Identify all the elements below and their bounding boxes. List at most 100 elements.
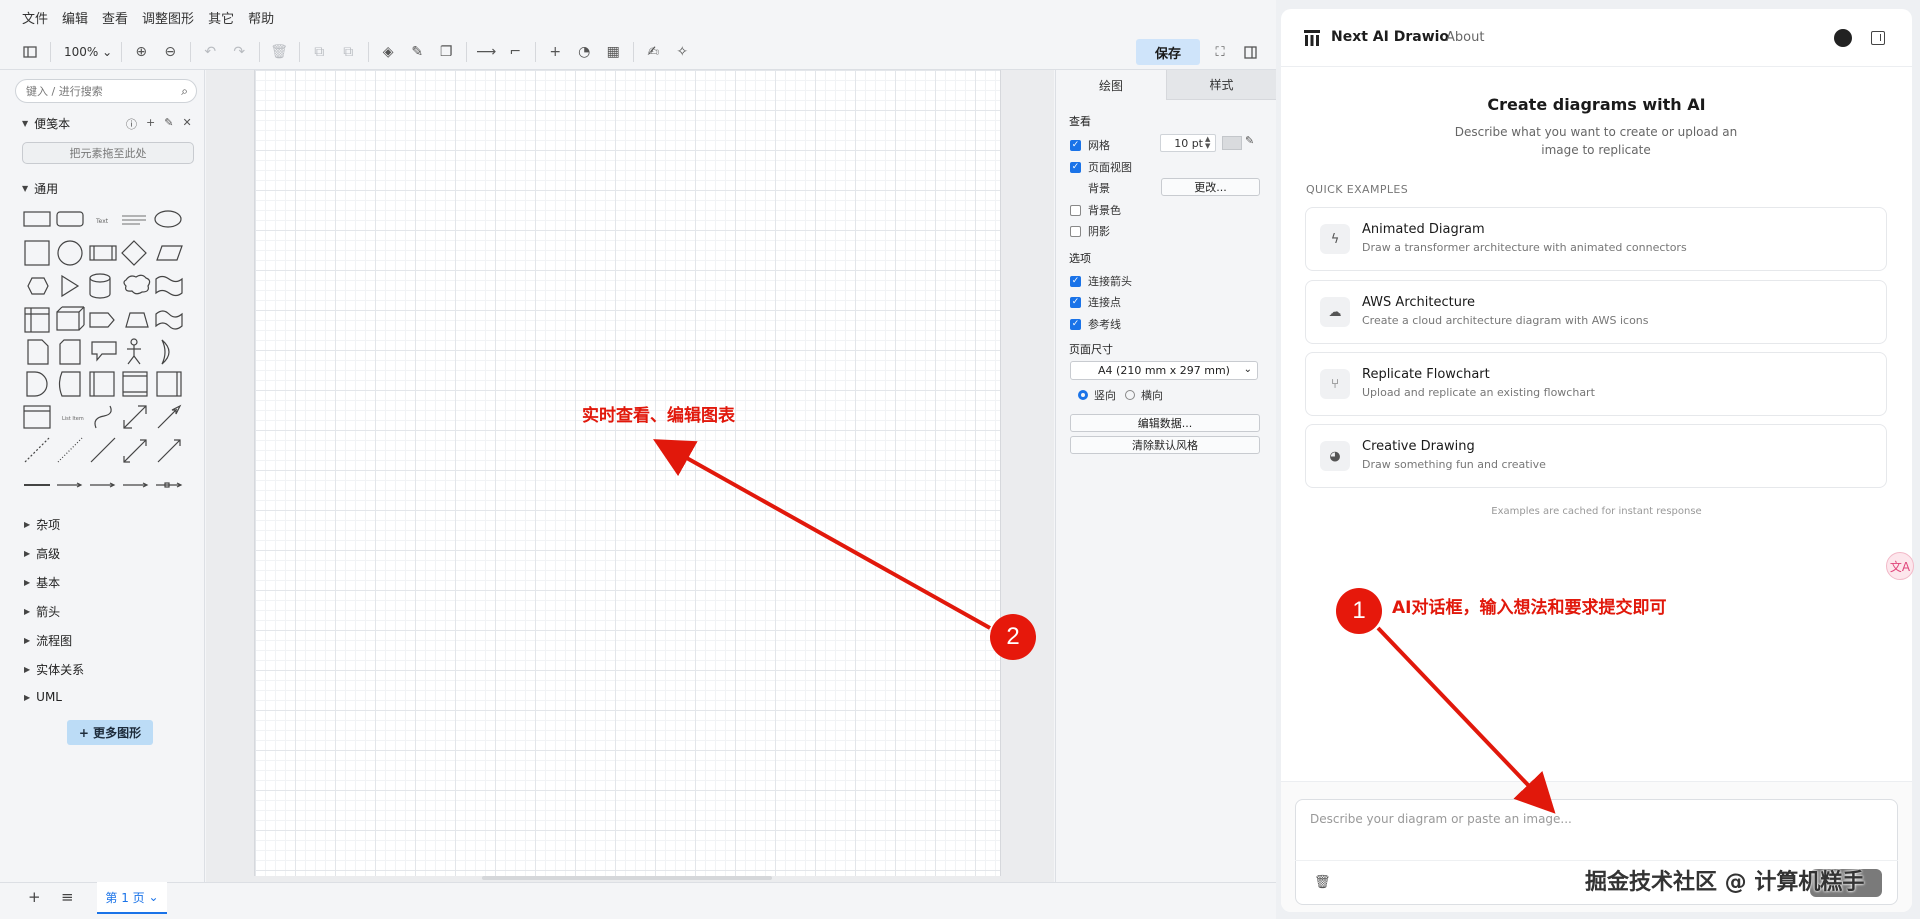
- translate-icon[interactable]: 文A: [1886, 552, 1914, 580]
- library-basic[interactable]: ▶ 基本: [24, 574, 60, 591]
- shapes-icon[interactable]: ◔: [572, 40, 596, 64]
- fill-color-icon[interactable]: ◈: [376, 40, 400, 64]
- general-header[interactable]: ▼ 通用: [22, 180, 58, 197]
- save-button[interactable]: 保存: [1136, 39, 1200, 65]
- pencil-icon[interactable]: ✎: [1245, 134, 1254, 147]
- undo-icon[interactable]: ↶: [198, 40, 222, 64]
- format-panel-toggle-icon[interactable]: [18, 40, 42, 64]
- menu-file[interactable]: 文件: [22, 8, 48, 27]
- checkbox-checked-icon[interactable]: ✓: [1070, 296, 1081, 308]
- github-icon[interactable]: [1834, 29, 1852, 47]
- freehand-icon[interactable]: ✍: [641, 40, 665, 64]
- annotation-text-1: AI对话框，输入想法和要求提交即可: [1392, 598, 1667, 618]
- delete-icon[interactable]: 🗑: [267, 40, 291, 64]
- example-card-creative[interactable]: ◕ Creative Drawing Draw something fun an…: [1305, 424, 1887, 488]
- scratchpad-drop-zone[interactable]: 把元素拖至此处: [22, 142, 194, 164]
- checkbox-checked-icon[interactable]: ✓: [1070, 139, 1081, 151]
- to-back-icon[interactable]: ⧉: [336, 40, 360, 64]
- horizontal-scrollbar[interactable]: [482, 876, 772, 880]
- change-background-button[interactable]: 更改...: [1161, 178, 1260, 196]
- zoom-in-icon[interactable]: ⊕: [129, 40, 153, 64]
- page-size-select[interactable]: A4 (210 mm x 297 mm) ⌄: [1070, 361, 1258, 380]
- insert-icon[interactable]: +: [543, 40, 567, 64]
- library-uml[interactable]: ▶ UML: [24, 690, 62, 704]
- menu-arrange[interactable]: 调整图形: [142, 8, 194, 27]
- checkbox-unchecked-icon[interactable]: [1070, 225, 1081, 237]
- pages-menu-icon[interactable]: ≡: [61, 888, 74, 906]
- caret-right-icon: ▶: [24, 692, 31, 702]
- checkbox-unchecked-icon[interactable]: [1070, 204, 1081, 216]
- page-view-option[interactable]: ✓ 页面视图: [1070, 159, 1132, 175]
- menu-extras[interactable]: 其它: [208, 8, 234, 27]
- tab-diagram[interactable]: 绘图: [1056, 70, 1166, 100]
- grid-option[interactable]: ✓ 网格: [1070, 137, 1110, 153]
- toolbar-divider: [121, 41, 123, 62]
- library-flowchart[interactable]: ▶ 流程图: [24, 632, 72, 649]
- shape-search-input[interactable]: [26, 83, 166, 99]
- caret-right-icon: ▶: [24, 665, 31, 674]
- shadow-option[interactable]: 阴影: [1070, 223, 1110, 239]
- radio-unselected-icon[interactable]: [1125, 390, 1135, 400]
- page-size-title: 页面尺寸: [1069, 343, 1113, 356]
- connection-arrows-option[interactable]: ✓ 连接箭头: [1070, 273, 1132, 289]
- example-card-flowchart[interactable]: ⑂ Replicate Flowchart Upload and replica…: [1305, 352, 1887, 416]
- example-card-animated[interactable]: ϟ Animated Diagram Draw a transformer ar…: [1305, 207, 1887, 271]
- sidebar-toggle-icon[interactable]: [1871, 31, 1885, 45]
- edit-data-button[interactable]: 编辑数据...: [1070, 414, 1260, 432]
- scratchpad-header[interactable]: ▼ 便笺本: [22, 115, 70, 132]
- line-color-icon[interactable]: ✎: [405, 40, 429, 64]
- waypoints-icon[interactable]: ⌐: [503, 40, 527, 64]
- portrait-label: 竖向: [1094, 389, 1116, 402]
- magic-icon[interactable]: ✧: [670, 40, 694, 64]
- annotation-badge-2: 2: [990, 614, 1036, 660]
- view-section-title: 查看: [1069, 115, 1091, 128]
- checkbox-checked-icon[interactable]: ✓: [1070, 318, 1081, 330]
- clear-default-style-button[interactable]: 清除默认风格: [1070, 436, 1260, 454]
- chat-input[interactable]: [1310, 812, 1870, 842]
- library-misc[interactable]: ▶ 杂项: [24, 516, 60, 533]
- clear-chat-icon[interactable]: 🗑: [1314, 875, 1331, 890]
- example-title: Animated Diagram: [1362, 222, 1485, 237]
- redo-icon[interactable]: ↷: [227, 40, 251, 64]
- connection-points-option[interactable]: ✓ 连接点: [1070, 294, 1121, 310]
- help-icon[interactable]: ⓘ: [126, 116, 137, 132]
- example-title: Creative Drawing: [1362, 439, 1475, 454]
- background-color-option[interactable]: 背景色: [1070, 202, 1121, 218]
- portrait-option[interactable]: 竖向: [1078, 387, 1116, 403]
- checkbox-checked-icon[interactable]: ✓: [1070, 275, 1081, 287]
- to-front-icon[interactable]: ⧉: [307, 40, 331, 64]
- add-icon[interactable]: +: [146, 116, 155, 132]
- radio-selected-icon[interactable]: [1078, 390, 1088, 400]
- add-page-icon[interactable]: +: [28, 888, 41, 906]
- library-advanced[interactable]: ▶ 高级: [24, 545, 60, 562]
- zoom-select[interactable]: 100% ⌄: [58, 45, 118, 59]
- checkbox-checked-icon[interactable]: ✓: [1070, 161, 1081, 173]
- guides-option[interactable]: ✓ 参考线: [1070, 316, 1121, 332]
- landscape-option[interactable]: 横向: [1125, 387, 1163, 403]
- zoom-out-icon[interactable]: ⊖: [158, 40, 182, 64]
- library-er[interactable]: ▶ 实体关系: [24, 661, 84, 678]
- edit-icon[interactable]: ✎: [164, 116, 173, 132]
- diagram-page[interactable]: [254, 70, 1001, 876]
- page-tab-1[interactable]: 第 1 页 ⌄: [97, 882, 167, 914]
- shadow-icon[interactable]: ❐: [434, 40, 458, 64]
- library-arrows[interactable]: ▶ 箭头: [24, 603, 60, 620]
- collapse-panel-icon[interactable]: [1238, 40, 1262, 64]
- menu-view[interactable]: 查看: [102, 8, 128, 27]
- example-card-aws[interactable]: ☁ AWS Architecture Create a cloud archit…: [1305, 280, 1887, 344]
- close-icon[interactable]: ✕: [182, 116, 191, 132]
- table-icon[interactable]: ▦: [601, 40, 625, 64]
- search-icon[interactable]: ⌕: [181, 84, 188, 99]
- toolbar-divider: [190, 41, 192, 62]
- grid-color-swatch[interactable]: [1222, 136, 1242, 150]
- menu-edit[interactable]: 编辑: [62, 8, 88, 27]
- menu-help[interactable]: 帮助: [248, 8, 274, 27]
- tab-style[interactable]: 样式: [1166, 70, 1276, 100]
- connection-style-icon[interactable]: ⟶: [474, 40, 498, 64]
- more-shapes-button[interactable]: + 更多图形: [67, 720, 153, 745]
- about-link[interactable]: About: [1446, 30, 1484, 45]
- spinner-icon[interactable]: ▲ ▼: [1205, 136, 1210, 150]
- library-label: UML: [36, 690, 62, 704]
- fullscreen-icon[interactable]: ⛶: [1208, 40, 1232, 64]
- general-shapes-grid[interactable]: Text List Item: [22, 204, 194, 494]
